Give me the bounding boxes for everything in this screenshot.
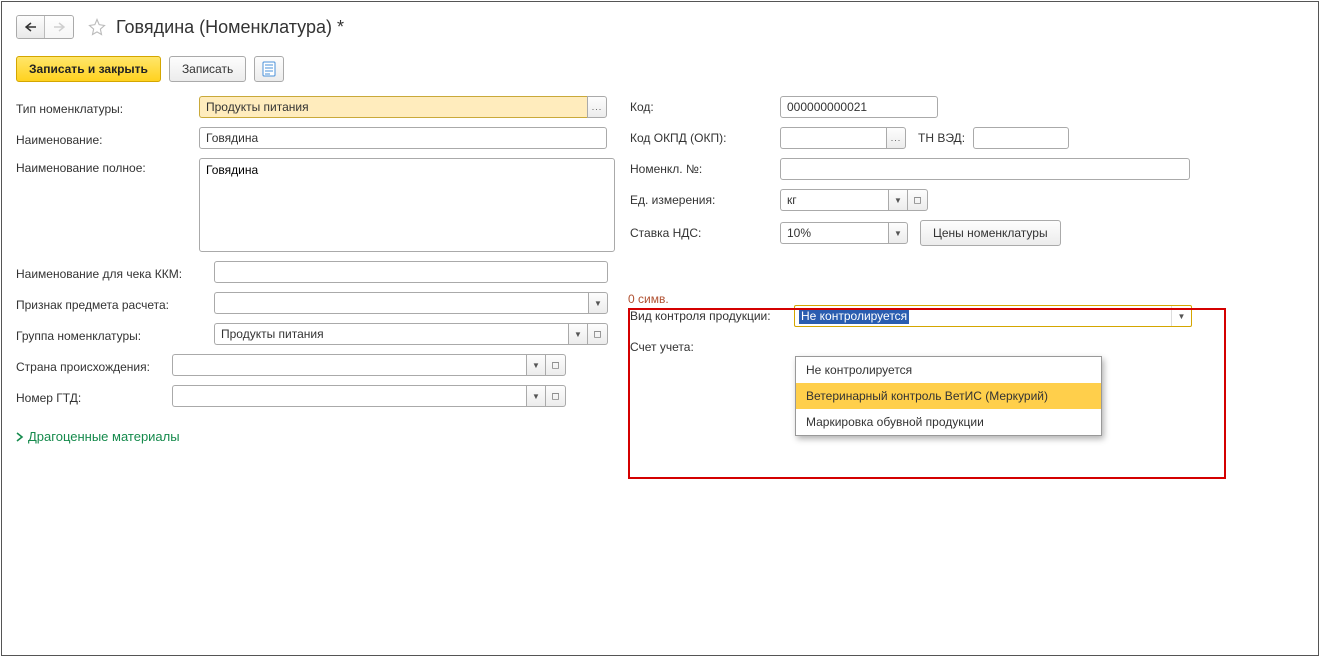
origin-open-button[interactable]: ◻: [546, 354, 566, 376]
account-label: Счет учета:: [630, 340, 794, 354]
origin-label: Страна происхождения:: [16, 357, 172, 374]
unit-label: Ед. измерения:: [630, 193, 780, 207]
unit-dropdown-button[interactable]: ▼: [888, 189, 908, 211]
group-label: Группа номенклатуры:: [16, 326, 214, 343]
control-option[interactable]: Маркировка обувной продукции: [796, 409, 1101, 435]
report-button[interactable]: [254, 56, 284, 82]
tnved-label: ТН ВЭД:: [918, 131, 965, 145]
prices-button[interactable]: Цены номенклатуры: [920, 220, 1061, 246]
tnved-field[interactable]: [973, 127, 1069, 149]
calc-subject-label: Признак предмета расчета:: [16, 295, 214, 312]
group-field[interactable]: Продукты питания: [214, 323, 568, 345]
save-close-button[interactable]: Записать и закрыть: [16, 56, 161, 82]
gtd-open-button[interactable]: ◻: [546, 385, 566, 407]
kkm-label: Наименование для чека ККМ:: [16, 264, 214, 281]
control-label: Вид контроля продукции:: [630, 309, 794, 323]
precious-materials-label: Драгоценные материалы: [28, 429, 180, 444]
nomno-field[interactable]: [780, 158, 1190, 180]
okpd-select-button[interactable]: ...: [886, 127, 906, 149]
control-option[interactable]: Ветеринарный контроль ВетИС (Меркурий): [796, 383, 1101, 409]
control-option[interactable]: Не контролируется: [796, 357, 1101, 383]
save-button[interactable]: Записать: [169, 56, 246, 82]
page-title: Говядина (Номенклатура) *: [116, 17, 344, 38]
control-type-value: Не контролируется: [799, 308, 909, 324]
type-label: Тип номенклатуры:: [16, 99, 199, 116]
okpd-label: Код ОКПД (ОКП):: [630, 131, 780, 145]
type-select-button[interactable]: ...: [587, 96, 607, 118]
gtd-field[interactable]: [172, 385, 526, 407]
unit-open-button[interactable]: ◻: [908, 189, 928, 211]
vat-label: Ставка НДС:: [630, 226, 780, 240]
vat-dropdown-button[interactable]: ▼: [888, 222, 908, 244]
group-open-button[interactable]: ◻: [588, 323, 608, 345]
control-type-combo[interactable]: Не контролируется ▼: [794, 305, 1192, 327]
origin-dropdown-button[interactable]: ▼: [526, 354, 546, 376]
calc-subject-dropdown-button[interactable]: ▼: [588, 292, 608, 314]
name-field[interactable]: Говядина: [199, 127, 607, 149]
fullname-field[interactable]: [199, 158, 615, 252]
code-field[interactable]: 000000000021: [780, 96, 938, 118]
type-field[interactable]: Продукты питания: [199, 96, 587, 118]
gtd-label: Номер ГТД:: [16, 388, 172, 405]
kkm-char-count: 0 симв.: [628, 292, 669, 306]
unit-field[interactable]: кг: [780, 189, 888, 211]
nav-buttons: [16, 15, 74, 39]
precious-materials-link[interactable]: Драгоценные материалы: [16, 429, 616, 444]
vat-field[interactable]: 10%: [780, 222, 888, 244]
forward-button[interactable]: [45, 16, 73, 38]
name-label: Наименование:: [16, 130, 199, 147]
control-dropdown-button[interactable]: ▼: [1171, 306, 1191, 326]
okpd-field[interactable]: [780, 127, 886, 149]
kkm-field[interactable]: [214, 261, 608, 283]
calc-subject-field[interactable]: [214, 292, 588, 314]
origin-field[interactable]: [172, 354, 526, 376]
favorite-icon[interactable]: [88, 18, 106, 36]
back-button[interactable]: [17, 16, 45, 38]
code-label: Код:: [630, 100, 780, 114]
control-dropdown-list: Не контролируется Ветеринарный контроль …: [795, 356, 1102, 436]
fullname-label: Наименование полное:: [16, 158, 199, 175]
gtd-dropdown-button[interactable]: ▼: [526, 385, 546, 407]
group-dropdown-button[interactable]: ▼: [568, 323, 588, 345]
nomno-label: Номенкл. №:: [630, 162, 780, 176]
